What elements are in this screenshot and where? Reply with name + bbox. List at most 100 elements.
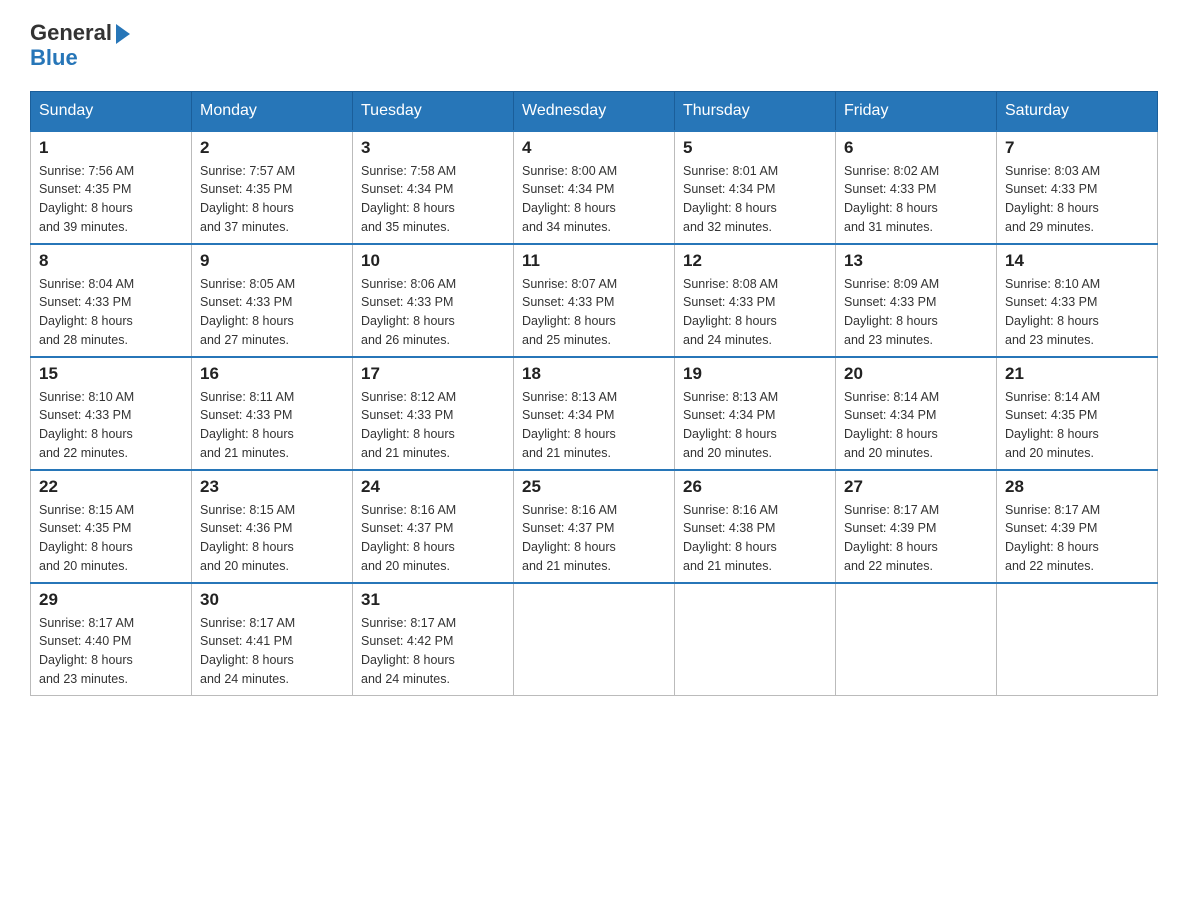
header-saturday: Saturday: [997, 91, 1158, 131]
calendar-cell: 29 Sunrise: 8:17 AM Sunset: 4:40 PM Dayl…: [31, 583, 192, 696]
day-info: Sunrise: 8:15 AM Sunset: 4:36 PM Dayligh…: [200, 501, 344, 576]
header-thursday: Thursday: [675, 91, 836, 131]
calendar-cell: 25 Sunrise: 8:16 AM Sunset: 4:37 PM Dayl…: [514, 470, 675, 583]
calendar-cell: 14 Sunrise: 8:10 AM Sunset: 4:33 PM Dayl…: [997, 244, 1158, 357]
calendar-cell: 5 Sunrise: 8:01 AM Sunset: 4:34 PM Dayli…: [675, 131, 836, 244]
day-number: 10: [361, 251, 505, 271]
logo: General Blue: [30, 20, 130, 71]
day-info: Sunrise: 8:16 AM Sunset: 4:37 PM Dayligh…: [361, 501, 505, 576]
day-info: Sunrise: 8:02 AM Sunset: 4:33 PM Dayligh…: [844, 162, 988, 237]
day-info: Sunrise: 8:10 AM Sunset: 4:33 PM Dayligh…: [1005, 275, 1149, 350]
day-number: 31: [361, 590, 505, 610]
day-number: 30: [200, 590, 344, 610]
day-info: Sunrise: 8:14 AM Sunset: 4:34 PM Dayligh…: [844, 388, 988, 463]
day-number: 25: [522, 477, 666, 497]
day-info: Sunrise: 8:13 AM Sunset: 4:34 PM Dayligh…: [522, 388, 666, 463]
day-number: 26: [683, 477, 827, 497]
calendar-cell: [997, 583, 1158, 696]
calendar-cell: 28 Sunrise: 8:17 AM Sunset: 4:39 PM Dayl…: [997, 470, 1158, 583]
calendar-header-row: SundayMondayTuesdayWednesdayThursdayFrid…: [31, 91, 1158, 131]
day-number: 29: [39, 590, 183, 610]
calendar-cell: 11 Sunrise: 8:07 AM Sunset: 4:33 PM Dayl…: [514, 244, 675, 357]
logo-mark: General Blue: [30, 20, 130, 71]
header-friday: Friday: [836, 91, 997, 131]
week-row-3: 15 Sunrise: 8:10 AM Sunset: 4:33 PM Dayl…: [31, 357, 1158, 470]
day-number: 22: [39, 477, 183, 497]
calendar-cell: 19 Sunrise: 8:13 AM Sunset: 4:34 PM Dayl…: [675, 357, 836, 470]
day-number: 7: [1005, 138, 1149, 158]
calendar-cell: 20 Sunrise: 8:14 AM Sunset: 4:34 PM Dayl…: [836, 357, 997, 470]
week-row-4: 22 Sunrise: 8:15 AM Sunset: 4:35 PM Dayl…: [31, 470, 1158, 583]
day-number: 17: [361, 364, 505, 384]
week-row-2: 8 Sunrise: 8:04 AM Sunset: 4:33 PM Dayli…: [31, 244, 1158, 357]
calendar-cell: [836, 583, 997, 696]
day-number: 9: [200, 251, 344, 271]
day-info: Sunrise: 8:00 AM Sunset: 4:34 PM Dayligh…: [522, 162, 666, 237]
header-wednesday: Wednesday: [514, 91, 675, 131]
calendar-cell: 31 Sunrise: 8:17 AM Sunset: 4:42 PM Dayl…: [353, 583, 514, 696]
calendar-cell: 13 Sunrise: 8:09 AM Sunset: 4:33 PM Dayl…: [836, 244, 997, 357]
calendar-cell: [514, 583, 675, 696]
day-info: Sunrise: 8:17 AM Sunset: 4:39 PM Dayligh…: [844, 501, 988, 576]
day-info: Sunrise: 8:01 AM Sunset: 4:34 PM Dayligh…: [683, 162, 827, 237]
day-info: Sunrise: 8:04 AM Sunset: 4:33 PM Dayligh…: [39, 275, 183, 350]
day-number: 18: [522, 364, 666, 384]
day-info: Sunrise: 8:14 AM Sunset: 4:35 PM Dayligh…: [1005, 388, 1149, 463]
day-info: Sunrise: 8:17 AM Sunset: 4:42 PM Dayligh…: [361, 614, 505, 689]
day-number: 28: [1005, 477, 1149, 497]
day-number: 1: [39, 138, 183, 158]
day-info: Sunrise: 8:15 AM Sunset: 4:35 PM Dayligh…: [39, 501, 183, 576]
calendar-table: SundayMondayTuesdayWednesdayThursdayFrid…: [30, 91, 1158, 696]
calendar-cell: 7 Sunrise: 8:03 AM Sunset: 4:33 PM Dayli…: [997, 131, 1158, 244]
header-sunday: Sunday: [31, 91, 192, 131]
calendar-cell: 27 Sunrise: 8:17 AM Sunset: 4:39 PM Dayl…: [836, 470, 997, 583]
day-number: 13: [844, 251, 988, 271]
calendar-cell: 22 Sunrise: 8:15 AM Sunset: 4:35 PM Dayl…: [31, 470, 192, 583]
calendar-cell: 30 Sunrise: 8:17 AM Sunset: 4:41 PM Dayl…: [192, 583, 353, 696]
day-number: 14: [1005, 251, 1149, 271]
calendar-cell: 8 Sunrise: 8:04 AM Sunset: 4:33 PM Dayli…: [31, 244, 192, 357]
calendar-cell: 23 Sunrise: 8:15 AM Sunset: 4:36 PM Dayl…: [192, 470, 353, 583]
day-number: 4: [522, 138, 666, 158]
day-info: Sunrise: 8:08 AM Sunset: 4:33 PM Dayligh…: [683, 275, 827, 350]
day-number: 16: [200, 364, 344, 384]
day-number: 21: [1005, 364, 1149, 384]
calendar-cell: 3 Sunrise: 7:58 AM Sunset: 4:34 PM Dayli…: [353, 131, 514, 244]
day-info: Sunrise: 8:16 AM Sunset: 4:37 PM Dayligh…: [522, 501, 666, 576]
day-number: 5: [683, 138, 827, 158]
header-tuesday: Tuesday: [353, 91, 514, 131]
day-info: Sunrise: 8:16 AM Sunset: 4:38 PM Dayligh…: [683, 501, 827, 576]
day-info: Sunrise: 8:10 AM Sunset: 4:33 PM Dayligh…: [39, 388, 183, 463]
day-number: 12: [683, 251, 827, 271]
logo-general: General: [30, 20, 130, 45]
calendar-cell: 17 Sunrise: 8:12 AM Sunset: 4:33 PM Dayl…: [353, 357, 514, 470]
day-info: Sunrise: 8:09 AM Sunset: 4:33 PM Dayligh…: [844, 275, 988, 350]
day-info: Sunrise: 8:17 AM Sunset: 4:39 PM Dayligh…: [1005, 501, 1149, 576]
day-info: Sunrise: 8:07 AM Sunset: 4:33 PM Dayligh…: [522, 275, 666, 350]
calendar-cell: [675, 583, 836, 696]
day-info: Sunrise: 8:03 AM Sunset: 4:33 PM Dayligh…: [1005, 162, 1149, 237]
calendar-cell: 21 Sunrise: 8:14 AM Sunset: 4:35 PM Dayl…: [997, 357, 1158, 470]
calendar-cell: 24 Sunrise: 8:16 AM Sunset: 4:37 PM Dayl…: [353, 470, 514, 583]
day-info: Sunrise: 8:11 AM Sunset: 4:33 PM Dayligh…: [200, 388, 344, 463]
week-row-1: 1 Sunrise: 7:56 AM Sunset: 4:35 PM Dayli…: [31, 131, 1158, 244]
day-number: 24: [361, 477, 505, 497]
day-info: Sunrise: 8:17 AM Sunset: 4:40 PM Dayligh…: [39, 614, 183, 689]
calendar-cell: 1 Sunrise: 7:56 AM Sunset: 4:35 PM Dayli…: [31, 131, 192, 244]
day-number: 15: [39, 364, 183, 384]
day-info: Sunrise: 7:56 AM Sunset: 4:35 PM Dayligh…: [39, 162, 183, 237]
calendar-cell: 26 Sunrise: 8:16 AM Sunset: 4:38 PM Dayl…: [675, 470, 836, 583]
calendar-cell: 12 Sunrise: 8:08 AM Sunset: 4:33 PM Dayl…: [675, 244, 836, 357]
calendar-cell: 4 Sunrise: 8:00 AM Sunset: 4:34 PM Dayli…: [514, 131, 675, 244]
logo-blue: Blue: [30, 45, 130, 70]
calendar-cell: 18 Sunrise: 8:13 AM Sunset: 4:34 PM Dayl…: [514, 357, 675, 470]
day-number: 19: [683, 364, 827, 384]
calendar-cell: 10 Sunrise: 8:06 AM Sunset: 4:33 PM Dayl…: [353, 244, 514, 357]
calendar-cell: 16 Sunrise: 8:11 AM Sunset: 4:33 PM Dayl…: [192, 357, 353, 470]
day-info: Sunrise: 8:06 AM Sunset: 4:33 PM Dayligh…: [361, 275, 505, 350]
day-info: Sunrise: 8:13 AM Sunset: 4:34 PM Dayligh…: [683, 388, 827, 463]
day-number: 8: [39, 251, 183, 271]
header-monday: Monday: [192, 91, 353, 131]
day-number: 20: [844, 364, 988, 384]
day-number: 27: [844, 477, 988, 497]
